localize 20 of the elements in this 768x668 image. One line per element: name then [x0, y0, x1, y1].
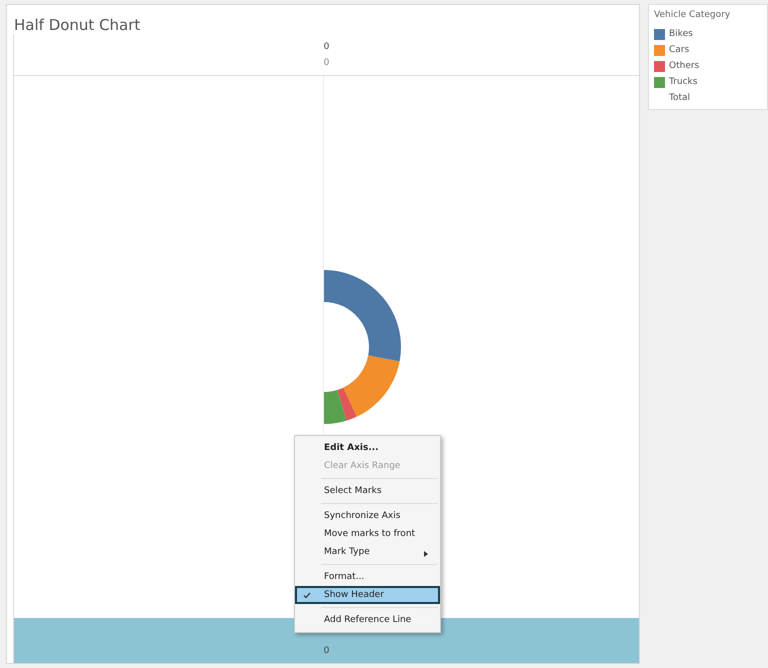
legend-label: Trucks [669, 77, 698, 87]
menu-item[interactable]: Add Reference Line [295, 611, 440, 629]
header-label: 0 [324, 56, 330, 68]
check-icon [303, 592, 311, 598]
menu-item[interactable]: Edit Axis... [295, 439, 440, 457]
submenu-arrow-icon [424, 551, 428, 557]
legend-label: Total [669, 93, 690, 103]
legend-label: Others [669, 61, 700, 71]
header-label: 0 [324, 645, 330, 657]
legend-title: Vehicle Category [654, 10, 732, 20]
legend-label: Cars [669, 45, 690, 55]
menu-item[interactable]: Move marks to front [295, 525, 440, 543]
menu-item[interactable]: Format... [295, 568, 440, 586]
legend-label: Bikes [669, 29, 693, 39]
menu-item[interactable]: Synchronize Axis [295, 507, 440, 525]
menu-item[interactable]: Select Marks [295, 482, 440, 500]
menu-item[interactable]: Mark Type [295, 543, 440, 561]
menu-item[interactable]: Show Header [295, 586, 440, 604]
chart-title: Half Donut Chart [14, 16, 140, 34]
header-label: 0 [324, 40, 330, 52]
